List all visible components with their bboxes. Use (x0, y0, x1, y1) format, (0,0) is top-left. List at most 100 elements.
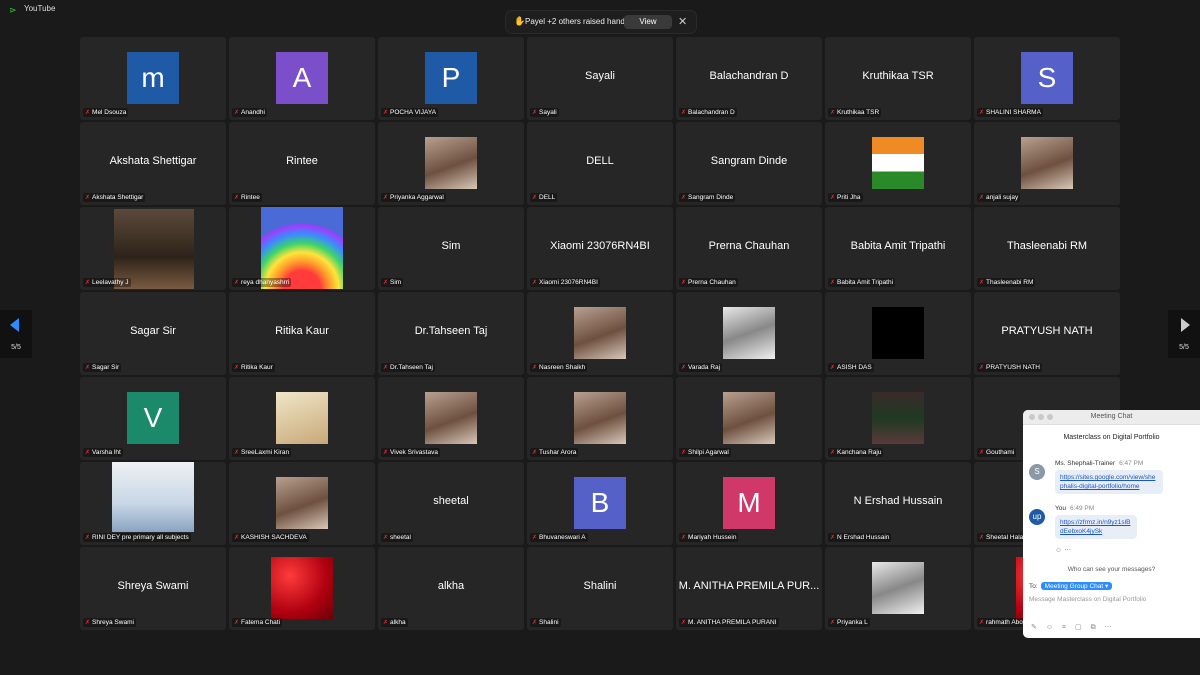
close-icon[interactable]: ✕ (678, 15, 687, 28)
participant-tile[interactable]: ✗ Shilpi Agarwal (676, 377, 822, 460)
participant-tile[interactable]: Xiaomi 23076RN4BI ✗ Xiaomi 23076RN4BI (527, 207, 673, 290)
participant-tile[interactable]: PRATYUSH NATH ✗ PRATYUSH NATH (974, 292, 1120, 375)
participant-tile[interactable]: Akshata Shettigar ✗ Akshata Shettigar (80, 122, 226, 205)
participant-tile[interactable]: DELL ✗ DELL (527, 122, 673, 205)
participant-tile[interactable]: M ✗ Mariyah Hussein (676, 462, 822, 545)
who-can-see-link[interactable]: Who can see your messages? (1023, 566, 1200, 573)
view-raised-hands-button[interactable]: View (624, 15, 672, 29)
muted-mic-icon: ✗ (830, 110, 836, 116)
participant-tile[interactable]: Sangram Dinde ✗ Sangram Dinde (676, 122, 822, 205)
participant-tile[interactable]: N Ershad Hussain ✗ N Ershad Hussain (825, 462, 971, 545)
code-icon[interactable]: ⌗ (1062, 624, 1075, 631)
participant-tile[interactable]: ✗ Leelavathy J (80, 207, 226, 290)
participant-tile[interactable]: ✗ ASISH DAS (825, 292, 971, 375)
muted-mic-icon: ✗ (383, 620, 389, 626)
participant-name-label: ✗ Sim (381, 278, 404, 287)
file-icon[interactable]: ▢ (1075, 624, 1091, 631)
participant-tile[interactable]: ✗ Tushar Arora (527, 377, 673, 460)
participant-tile[interactable]: m ✗ Mel Dsouza (80, 37, 226, 120)
participant-tile[interactable]: B ✗ Bhuvaneswari A (527, 462, 673, 545)
previous-page-button[interactable]: 5/5 (0, 310, 32, 358)
participant-tile[interactable]: Thasleenabi RM ✗ Thasleenabi RM (974, 207, 1120, 290)
participant-tile[interactable]: ✗ RINI DEY pre primary all subjects (80, 462, 226, 545)
message-link[interactable]: https://zfrmz.in/n9yz1slBdEebxoK4jySk (1055, 515, 1137, 539)
participant-tile[interactable]: Sagar Sir ✗ Sagar Sir (80, 292, 226, 375)
participant-name-label: ✗ Priti Jha (828, 193, 863, 202)
participant-initial-avatar: S (1021, 52, 1073, 104)
participant-tile[interactable]: ✗ reya dhanyashrri (229, 207, 375, 290)
participant-tile[interactable]: A ✗ Anandhi (229, 37, 375, 120)
participant-tile[interactable]: ✗ Nasreen Shaikh (527, 292, 673, 375)
participant-display-name: Sangram Dinde (710, 155, 788, 167)
participant-tile[interactable]: Sim ✗ Sim (378, 207, 524, 290)
participant-tile[interactable]: M. ANITHA PREMILA PUR... ✗ M. ANITHA PREMI… (676, 547, 822, 630)
participant-name-label: ✗ Shilpi Agarwal (679, 448, 731, 457)
participant-tile[interactable]: Sayali ✗ Sayali (527, 37, 673, 120)
muted-mic-icon: ✗ (979, 110, 985, 116)
participant-tile[interactable]: Kruthikaa TSR ✗ Kruthikaa TSR (825, 37, 971, 120)
muted-mic-icon: ✗ (979, 365, 985, 371)
participant-display-name: Sagar Sir (130, 325, 176, 337)
screenshot-icon[interactable]: ⧉ (1091, 624, 1105, 631)
chat-window-title: Meeting Chat (1090, 413, 1133, 420)
emoji-icon[interactable]: ☺ (1046, 624, 1062, 631)
participant-tile[interactable]: V ✗ Varsha lht (80, 377, 226, 460)
participant-tile[interactable]: Prerna Chauhan ✗ Prerna Chauhan (676, 207, 822, 290)
participant-tile[interactable]: Shreya Swami ✗ Shreya Swami (80, 547, 226, 630)
next-page-button[interactable]: 5/5 (1168, 310, 1200, 358)
participant-name: Shilpi Agarwal (688, 449, 729, 456)
message-sender: Ms. Shephali-Trainer 6:47 PM (1055, 460, 1144, 467)
participant-tile[interactable]: sheetal ✗ sheetal (378, 462, 524, 545)
participant-tile[interactable]: Balachandran D ✗ Balachandran D (676, 37, 822, 120)
participant-tile[interactable]: P ✗ POCHA VIJAYA (378, 37, 524, 120)
participant-tile[interactable]: Shalini ✗ Shalini (527, 547, 673, 630)
participant-name-label: ✗ DELL (530, 193, 558, 202)
participant-tile[interactable]: Rintee ✗ Rintee (229, 122, 375, 205)
participant-initial-avatar: A (276, 52, 328, 104)
participant-name-label: ✗ Prerna Chauhan (679, 278, 738, 287)
participant-display-name: Ritika Kaur (275, 325, 329, 337)
participant-tile[interactable]: Ritika Kaur ✗ Ritika Kaur (229, 292, 375, 375)
participant-photo (872, 562, 924, 614)
recipient-dropdown[interactable]: Meeting Group Chat ▾ (1040, 582, 1113, 590)
muted-mic-icon: ✗ (532, 535, 538, 541)
participant-name: Kanchana Raju (837, 449, 882, 456)
format-icon[interactable]: ✎ (1031, 624, 1046, 631)
participant-name: KASHISH SACHDEVA (241, 534, 307, 541)
participant-name: N Ershad Hussain (837, 534, 890, 541)
participant-tile[interactable]: ✗ KASHISH SACHDEVA (229, 462, 375, 545)
participant-photo (1021, 137, 1073, 189)
participant-display-name: Prerna Chauhan (708, 240, 790, 252)
participant-name: Sim (390, 279, 402, 286)
participant-tile[interactable]: ✗ Priyanka Aggarwal (378, 122, 524, 205)
participant-tile[interactable]: ✗ Fatema Chati (229, 547, 375, 630)
participant-tile[interactable]: Babita Amit Tripathi ✗ Babita Amit Tripath… (825, 207, 971, 290)
participant-name-label: ✗ Kruthikaa TSR (828, 108, 882, 117)
participant-name: rahmath Abo (986, 619, 1023, 626)
participant-tile[interactable]: S ✗ SHALINI SHARMA (974, 37, 1120, 120)
muted-mic-icon: ✗ (85, 110, 91, 116)
muted-mic-icon: ✗ (979, 280, 985, 286)
participant-tile[interactable]: Dr.Tahseen Taj ✗ Dr.Tahseen Taj (378, 292, 524, 375)
participant-tile[interactable]: ✗ anjali sujay (974, 122, 1120, 205)
participant-tile[interactable]: ✗ Vivek Srivastava (378, 377, 524, 460)
participant-display-name: Sim (441, 240, 461, 252)
more-icon[interactable]: ⋯ (1105, 624, 1121, 631)
participant-name-label: ✗ sheetal (381, 533, 413, 542)
participant-tile[interactable]: ✗ Varada Raj (676, 292, 822, 375)
message-link[interactable]: https://sites.google.com/view/shephalis-… (1055, 470, 1163, 494)
participant-name: Priti Jha (837, 194, 861, 201)
participant-tile[interactable]: ✗ Priti Jha (825, 122, 971, 205)
participant-tile[interactable]: alkha ✗ alkha (378, 547, 524, 630)
participant-name-label: ✗ Leelavathy J (83, 278, 131, 287)
participant-tile[interactable]: ✗ SreeLaxmi Kiran (229, 377, 375, 460)
participant-name-label: ✗ Shalini (530, 618, 561, 627)
participant-tile[interactable]: ✗ Priyanka L (825, 547, 971, 630)
chat-message-input[interactable]: Message Masterclass on Digital Portfolio (1029, 596, 1146, 603)
page-indicator: 5/5 (1179, 344, 1189, 351)
muted-mic-icon: ✗ (383, 535, 389, 541)
chat-message: up You 6:49 PM https://zfrmz.in/n9yz1slBd… (1029, 505, 1194, 545)
reaction-icons[interactable]: ☺ ⋯ (1055, 546, 1071, 554)
participant-tile[interactable]: ✗ Kanchana Raju (825, 377, 971, 460)
participant-photo (574, 307, 626, 359)
